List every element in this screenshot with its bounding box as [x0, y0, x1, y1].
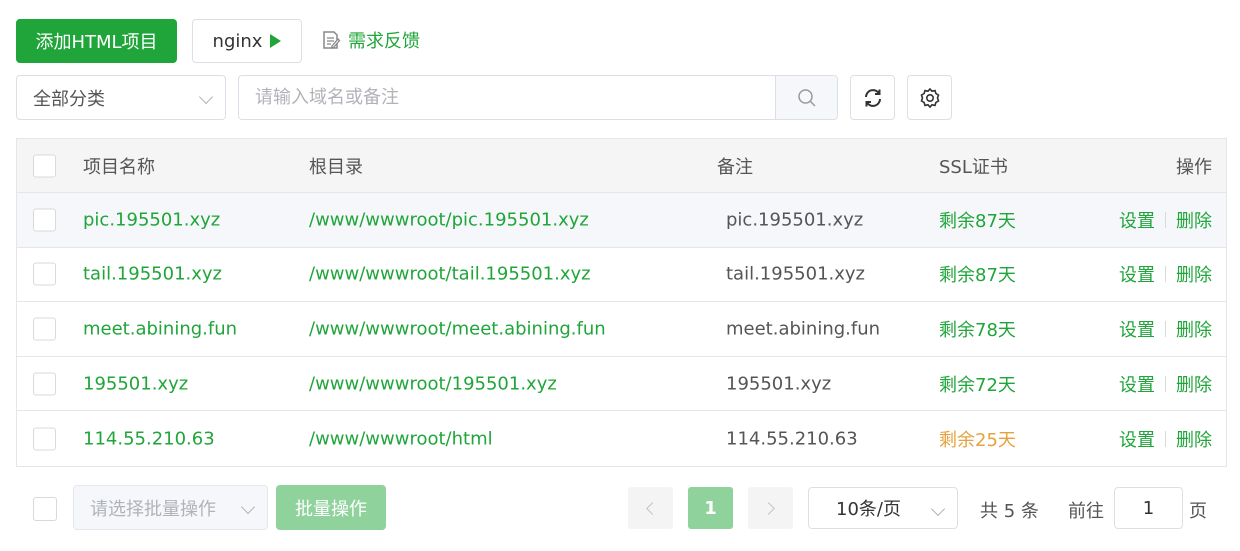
table-header-row: 项目名称 根目录 备注 SSL证书 操作 — [17, 139, 1226, 193]
chevron-left-icon — [646, 501, 659, 515]
feedback-link[interactable]: 需求反馈 — [320, 27, 420, 53]
batch-action-select[interactable]: 请选择批量操作 — [73, 485, 268, 530]
settings-link[interactable]: 设置 — [1119, 261, 1155, 287]
settings-link[interactable]: 设置 — [1119, 316, 1155, 342]
chevron-down-icon — [240, 499, 256, 515]
settings-link[interactable]: 设置 — [1119, 207, 1155, 233]
refresh-button[interactable] — [850, 75, 895, 120]
prev-page-button[interactable] — [628, 487, 673, 529]
page-size-value: 10条/页 — [836, 499, 901, 520]
batch-action-button[interactable]: 批量操作 — [276, 485, 386, 530]
header-ssl: SSL证书 — [939, 156, 1008, 178]
category-value: 全部分类 — [33, 88, 105, 110]
header-ops: 操作 — [1176, 156, 1212, 178]
ssl-status[interactable]: 剩余78天 — [939, 316, 1016, 342]
delete-link[interactable]: 删除 — [1176, 316, 1212, 342]
page-number-current[interactable]: 1 — [688, 487, 733, 529]
project-name-link[interactable]: 114.55.210.63 — [83, 428, 215, 449]
search-button[interactable] — [775, 76, 837, 119]
projects-table: 项目名称 根目录 备注 SSL证书 操作 pic.195501.xyz /www… — [16, 138, 1227, 467]
divider — [1165, 375, 1166, 392]
project-name-link[interactable]: pic.195501.xyz — [83, 209, 220, 230]
root-path-link[interactable]: /www/wwwroot/pic.195501.xyz — [309, 209, 589, 230]
row-actions: 设置 删除 — [1119, 316, 1212, 342]
footer-select-all-checkbox[interactable] — [33, 497, 57, 521]
row-actions: 设置 删除 — [1119, 426, 1212, 452]
search-input[interactable] — [239, 76, 775, 119]
add-html-project-button[interactable]: 添加HTML项目 — [16, 19, 177, 63]
goto-label: 前往 — [1068, 501, 1104, 522]
row-actions: 设置 删除 — [1119, 261, 1212, 287]
feedback-label: 需求反馈 — [348, 31, 420, 52]
gear-icon — [920, 87, 939, 108]
root-path-link[interactable]: /www/wwwroot/tail.195501.xyz — [309, 264, 591, 285]
root-path-link[interactable]: /www/wwwroot/195501.xyz — [309, 373, 557, 394]
note-text[interactable]: tail.195501.xyz — [726, 264, 865, 285]
header-note: 备注 — [717, 156, 753, 178]
table-row: pic.195501.xyz /www/wwwroot/pic.195501.x… — [17, 193, 1226, 248]
row-checkbox[interactable] — [33, 208, 56, 232]
root-path-link[interactable]: /www/wwwroot/meet.abining.fun — [309, 318, 606, 339]
table-row: 195501.xyz /www/wwwroot/195501.xyz 19550… — [17, 357, 1226, 412]
delete-link[interactable]: 删除 — [1176, 371, 1212, 397]
refresh-icon — [864, 88, 881, 107]
header-name: 项目名称 — [83, 156, 155, 178]
delete-link[interactable]: 删除 — [1176, 426, 1212, 452]
note-text[interactable]: pic.195501.xyz — [726, 209, 863, 230]
category-select[interactable]: 全部分类 — [16, 75, 226, 120]
chevron-down-icon — [198, 89, 214, 105]
divider — [1165, 211, 1166, 228]
header-root: 根目录 — [309, 156, 363, 178]
ssl-status[interactable]: 剩余87天 — [939, 207, 1016, 233]
settings-link[interactable]: 设置 — [1119, 371, 1155, 397]
ssl-status[interactable]: 剩余72天 — [939, 371, 1016, 397]
search-icon — [797, 88, 816, 107]
table-row: 114.55.210.63 /www/wwwroot/html 114.55.2… — [17, 411, 1226, 466]
chevron-down-icon — [930, 501, 946, 517]
nginx-button[interactable]: nginx — [192, 19, 302, 63]
divider — [1165, 266, 1166, 283]
play-icon — [270, 34, 282, 48]
ssl-status[interactable]: 剩余87天 — [939, 261, 1016, 287]
search-box — [238, 75, 838, 120]
table-row: tail.195501.xyz /www/wwwroot/tail.195501… — [17, 248, 1226, 303]
goto-page-input[interactable] — [1114, 487, 1183, 529]
note-text[interactable]: meet.abining.fun — [726, 318, 880, 339]
select-all-checkbox[interactable] — [33, 154, 56, 177]
settings-link[interactable]: 设置 — [1119, 426, 1155, 452]
delete-link[interactable]: 删除 — [1176, 207, 1212, 233]
project-name-link[interactable]: tail.195501.xyz — [83, 264, 222, 285]
row-checkbox[interactable] — [33, 372, 56, 396]
nginx-label: nginx — [212, 30, 263, 52]
delete-link[interactable]: 删除 — [1176, 261, 1212, 287]
total-count: 共 5 条 — [980, 501, 1039, 522]
edit-icon — [323, 31, 341, 49]
row-checkbox[interactable] — [33, 262, 56, 286]
project-name-link[interactable]: meet.abining.fun — [83, 318, 237, 339]
row-checkbox[interactable] — [33, 427, 56, 451]
row-checkbox[interactable] — [33, 317, 56, 341]
ssl-status[interactable]: 剩余25天 — [939, 426, 1016, 452]
divider — [1165, 430, 1166, 447]
row-actions: 设置 删除 — [1119, 371, 1212, 397]
page-size-select[interactable]: 10条/页 — [808, 487, 958, 529]
settings-button[interactable] — [907, 75, 952, 120]
next-page-button[interactable] — [748, 487, 793, 529]
batch-action-placeholder: 请选择批量操作 — [90, 498, 216, 520]
page-suffix: 页 — [1189, 501, 1207, 522]
root-path-link[interactable]: /www/wwwroot/html — [309, 428, 493, 449]
divider — [1165, 320, 1166, 337]
chevron-right-icon — [762, 501, 775, 515]
note-text[interactable]: 114.55.210.63 — [726, 428, 858, 449]
table-row: meet.abining.fun /www/wwwroot/meet.abini… — [17, 302, 1226, 357]
note-text[interactable]: 195501.xyz — [726, 373, 831, 394]
project-name-link[interactable]: 195501.xyz — [83, 373, 188, 394]
row-actions: 设置 删除 — [1119, 207, 1212, 233]
